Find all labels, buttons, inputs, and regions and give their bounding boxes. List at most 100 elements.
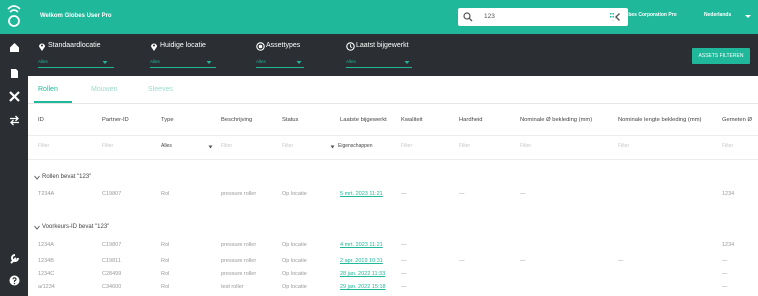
cell-status: Op locatie <box>282 191 307 197</box>
filter-last-updated[interactable]: Laatst bijgewerkt Alles <box>346 42 414 70</box>
filter-default-location[interactable]: Standaardlocatie Alles <box>38 42 116 70</box>
globes-logo[interactable] <box>0 0 28 34</box>
filter-input-measured-diameter[interactable]: Filter <box>722 143 733 149</box>
search-field[interactable]: 123 <box>458 8 628 26</box>
cell-status: Op locatie <box>282 258 307 264</box>
filter-input-description[interactable]: Filter <box>221 143 232 149</box>
asset-type-icon <box>256 42 265 51</box>
column-header-last-updated[interactable]: Laatste bijgewerkt <box>340 117 387 123</box>
filter-label: Standaardlocatie <box>48 42 101 49</box>
tab-mouwen[interactable]: Mouwen <box>91 86 117 93</box>
column-header-nominal-length[interactable]: Nominale lengte bekleding (mm) <box>618 117 701 123</box>
column-header-partner-id[interactable]: Partner-ID <box>102 117 129 123</box>
swap-icon[interactable] <box>9 115 20 126</box>
filter-input-status[interactable]: Filter <box>282 143 293 149</box>
search-icon <box>463 12 473 22</box>
cell-id: 1234A <box>38 242 54 248</box>
filter-input-nominal-diameter[interactable]: Filter <box>520 143 531 149</box>
cell-quality: — <box>401 258 407 264</box>
cell-partner-id: C34600 <box>102 284 122 290</box>
column-header-id[interactable]: ID <box>38 117 44 123</box>
wrench-icon[interactable] <box>9 253 20 264</box>
filter-label: Laatst bijgewerkt <box>356 42 409 49</box>
column-header-status[interactable]: Status <box>282 117 298 123</box>
filter-input-nominal-length[interactable]: Filter <box>618 143 629 149</box>
chevron-down-icon[interactable] <box>330 145 335 149</box>
table-row[interactable]: 1234B C19811 Rol pressure roller Op loca… <box>28 256 758 268</box>
asset-icon[interactable] <box>9 68 20 79</box>
column-header-quality[interactable]: Kwaliteit <box>401 117 423 123</box>
filter-input-partner-id[interactable]: Filter <box>102 143 113 149</box>
cell-id: T234A <box>38 191 55 197</box>
table-row[interactable]: 1234C C28499 Rol pressure roller Op loca… <box>28 269 758 281</box>
filter-input-hardness[interactable]: Filter <box>459 143 470 149</box>
filter-assets-button[interactable]: ASSETS FILTEREN <box>692 48 750 64</box>
home-icon[interactable] <box>9 42 20 53</box>
column-header-description[interactable]: Beschrijving <box>221 117 252 123</box>
active-tab-indicator <box>34 101 72 103</box>
filter-current-location[interactable]: Huidige locatie Alles <box>150 42 218 70</box>
filter-label: Assettypes <box>266 42 301 49</box>
chevron-down-icon[interactable] <box>208 145 213 149</box>
cell-partner-id: C19807 <box>102 191 122 197</box>
filter-input-quality[interactable]: Filter <box>401 143 412 149</box>
filter-asset-types[interactable]: Assettypes Alles <box>256 42 306 70</box>
cell-partner-id: C28499 <box>102 271 122 277</box>
cell-partner-id: C19807 <box>102 242 122 248</box>
cell-last-updated[interactable]: 5 mrt. 2023 11:21 <box>340 191 383 197</box>
column-header-measured-diameter[interactable]: Gemeten Ø <box>722 117 752 123</box>
filter-underline <box>38 67 114 68</box>
help-icon[interactable] <box>9 275 20 286</box>
language-selector[interactable]: Nederlands <box>704 12 731 18</box>
cell-hardness: — <box>459 258 465 264</box>
cell-last-updated[interactable]: 28 jan. 2022 11:33 <box>340 271 385 277</box>
column-header-type[interactable]: Type <box>161 117 174 123</box>
cell-quality: — <box>401 284 407 290</box>
cell-quality: — <box>401 242 407 248</box>
section-title[interactable]: Voorkeurs-ID bevat "123" <box>42 224 109 230</box>
cell-id: 1234B <box>38 258 54 264</box>
cell-nominal-diameter: — <box>520 258 526 264</box>
cell-description: pressure roller <box>221 191 257 197</box>
filter-underline <box>346 67 412 68</box>
cell-last-updated[interactable]: 2 apr. 2019 10:31 <box>340 258 383 264</box>
tools-icon[interactable] <box>9 91 20 102</box>
cell-id: 1234C <box>38 271 55 277</box>
chevron-down-icon[interactable] <box>34 225 40 230</box>
table-row[interactable]: a/1234 C34600 Rol test roller Op locatie… <box>28 282 758 294</box>
filter-select-type[interactable]: Alles <box>161 143 172 149</box>
table-row[interactable]: T234A C19807 Rol pressure roller Op loca… <box>28 189 758 201</box>
column-header-hardness[interactable]: Hardheid <box>459 117 483 123</box>
tab-rollen[interactable]: Rollen <box>38 86 58 93</box>
filter-underline <box>256 67 304 68</box>
cell-last-updated[interactable]: 4 mrt. 2023 11:21 <box>340 242 383 248</box>
cell-nominal-diameter: — <box>520 191 526 197</box>
filter-label: Huidige locatie <box>160 42 206 49</box>
filter-input-id[interactable]: Filter <box>38 143 49 149</box>
tab-sleeves[interactable]: Sleeves <box>148 86 173 93</box>
organization-selector[interactable]: Globes Corporation Pro <box>620 12 677 18</box>
top-bar: Welkom Globes User Pro 123 Globes Corpor… <box>28 0 758 34</box>
search-input[interactable]: 123 <box>484 13 495 20</box>
cell-type: Rol <box>161 258 170 264</box>
cell-type: Rol <box>161 242 170 248</box>
cell-hardness: — <box>459 191 465 197</box>
chevron-down-icon <box>404 60 410 65</box>
filter-underline <box>150 67 216 68</box>
table-filter-row: Filter Filter Alles Filter Filter Eigens… <box>28 136 758 160</box>
side-navigation <box>0 0 28 296</box>
chevron-down-icon[interactable] <box>34 175 40 180</box>
cell-last-updated[interactable]: 29 jan. 2022 15:18 <box>340 284 386 290</box>
cell-description: test roller <box>221 284 244 290</box>
table-row[interactable]: 1234A C19807 Rol pressure roller Op loca… <box>28 240 758 252</box>
location-pin-icon <box>150 42 158 51</box>
chevron-down-icon <box>102 60 108 65</box>
cell-type: Rol <box>161 284 170 290</box>
table-header: ID Partner-ID Type Beschrijving Status L… <box>28 104 758 136</box>
chevron-down-icon[interactable] <box>744 13 752 20</box>
chevron-down-icon <box>206 60 212 65</box>
column-header-nominal-diameter[interactable]: Nominale Ø bekleding (mm) <box>520 117 592 123</box>
section-title[interactable]: Rollen bevat "123" <box>42 174 91 180</box>
cell-status: Op locatie <box>282 242 307 248</box>
filter-select-updated[interactable]: Eigenschappen <box>338 143 372 149</box>
